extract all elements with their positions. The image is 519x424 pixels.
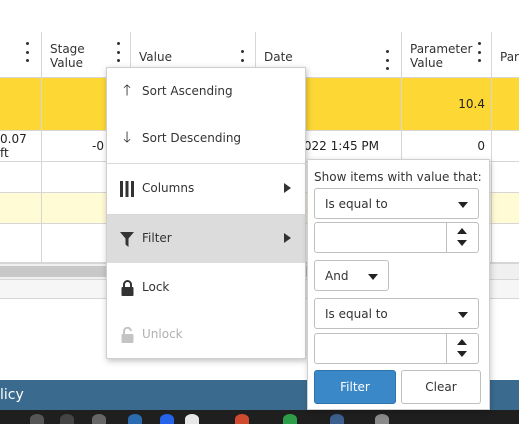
menu-item-sort-ascending[interactable]: 🡑 Sort Ascending bbox=[107, 68, 305, 116]
menu-item-label: Sort Descending bbox=[142, 131, 242, 145]
filter-operator-dropdown-1[interactable]: Is equal to bbox=[314, 188, 479, 219]
menu-item-columns[interactable]: Columns bbox=[107, 165, 305, 213]
menu-item-sort-descending[interactable]: 🡓 Sort Descending bbox=[107, 115, 305, 163]
column-header-label: Parameter bbox=[410, 42, 473, 56]
taskbar-icon[interactable] bbox=[375, 414, 389, 424]
numeric-spinner[interactable] bbox=[446, 334, 478, 363]
taskbar-icon[interactable] bbox=[185, 414, 199, 424]
column-header-par[interactable]: Par bbox=[492, 32, 519, 78]
menu-item-filter[interactable]: Filter bbox=[107, 215, 305, 263]
filter-value-input-1[interactable] bbox=[314, 222, 479, 253]
column-header-label: Value bbox=[410, 56, 443, 70]
dropdown-value: Is equal to bbox=[325, 197, 388, 211]
column-header-col0[interactable] bbox=[0, 32, 42, 78]
filter-button[interactable]: Filter bbox=[314, 370, 396, 404]
taskbar-icon[interactable] bbox=[330, 414, 344, 424]
arrow-down-icon: 🡓 bbox=[123, 127, 131, 146]
table-cell: 0 bbox=[402, 131, 492, 161]
menu-item-label: Lock bbox=[142, 280, 170, 294]
footer-text: licy bbox=[0, 387, 24, 403]
spin-up-icon[interactable] bbox=[457, 339, 467, 345]
menu-divider bbox=[107, 163, 305, 164]
column-header-label: Stage bbox=[50, 42, 85, 56]
clear-button[interactable]: Clear bbox=[401, 370, 481, 404]
taskbar-icon[interactable] bbox=[128, 414, 142, 424]
unlock-icon bbox=[119, 326, 135, 344]
columns-icon bbox=[119, 180, 135, 198]
column-header-parameter-value[interactable]: Parameter Value bbox=[402, 32, 492, 78]
taskbar-icon[interactable] bbox=[60, 414, 74, 424]
column-menu-icon[interactable] bbox=[476, 42, 482, 62]
column-header-label: Value bbox=[139, 50, 172, 64]
menu-item-unlock[interactable]: Unlock bbox=[107, 311, 305, 359]
spin-down-icon[interactable] bbox=[457, 240, 467, 246]
filter-panel: Show items with value that: Is equal to … bbox=[307, 159, 490, 410]
filter-value-input-2[interactable] bbox=[314, 333, 479, 364]
column-menu-icon[interactable] bbox=[115, 42, 121, 62]
filter-title: Show items with value that: bbox=[314, 170, 482, 184]
numeric-spinner[interactable] bbox=[446, 223, 478, 252]
lock-icon bbox=[119, 279, 135, 297]
column-header-label: Value bbox=[50, 56, 83, 70]
menu-item-label: Filter bbox=[142, 231, 172, 245]
chevron-right-icon bbox=[284, 183, 291, 193]
filter-operator-dropdown-2[interactable]: Is equal to bbox=[314, 298, 479, 329]
table-cell: 10.4 bbox=[402, 78, 492, 130]
menu-item-lock[interactable]: Lock bbox=[107, 264, 305, 312]
column-menu-icon[interactable] bbox=[24, 42, 30, 62]
caret-down-icon bbox=[368, 274, 378, 280]
dropdown-value: And bbox=[325, 269, 349, 283]
dropdown-value: Is equal to bbox=[325, 307, 388, 321]
arrow-up-icon: 🡑 bbox=[123, 80, 131, 99]
table-cell: 0.07 ft bbox=[0, 131, 42, 161]
spin-down-icon[interactable] bbox=[457, 351, 467, 357]
spin-up-icon[interactable] bbox=[457, 228, 467, 234]
menu-item-label: Unlock bbox=[142, 327, 183, 341]
column-header-label: Par bbox=[500, 50, 519, 64]
taskbar-icon[interactable] bbox=[30, 414, 44, 424]
taskbar-icon[interactable] bbox=[235, 414, 249, 424]
taskbar bbox=[0, 410, 519, 424]
taskbar-icon[interactable] bbox=[283, 414, 297, 424]
taskbar-icon[interactable] bbox=[160, 414, 174, 424]
caret-down-icon bbox=[458, 202, 468, 208]
column-menu: 🡑 Sort Ascending 🡓 Sort Descending Colum… bbox=[106, 67, 306, 359]
caret-down-icon bbox=[458, 312, 468, 318]
filter-logic-dropdown[interactable]: And bbox=[314, 260, 389, 291]
column-menu-icon[interactable] bbox=[384, 50, 390, 70]
menu-item-label: Sort Ascending bbox=[142, 84, 233, 98]
taskbar-icon[interactable] bbox=[92, 414, 106, 424]
chevron-right-icon bbox=[284, 233, 291, 243]
filter-icon bbox=[119, 230, 135, 248]
menu-item-label: Columns bbox=[142, 181, 195, 195]
column-header-label: Date bbox=[264, 50, 293, 64]
